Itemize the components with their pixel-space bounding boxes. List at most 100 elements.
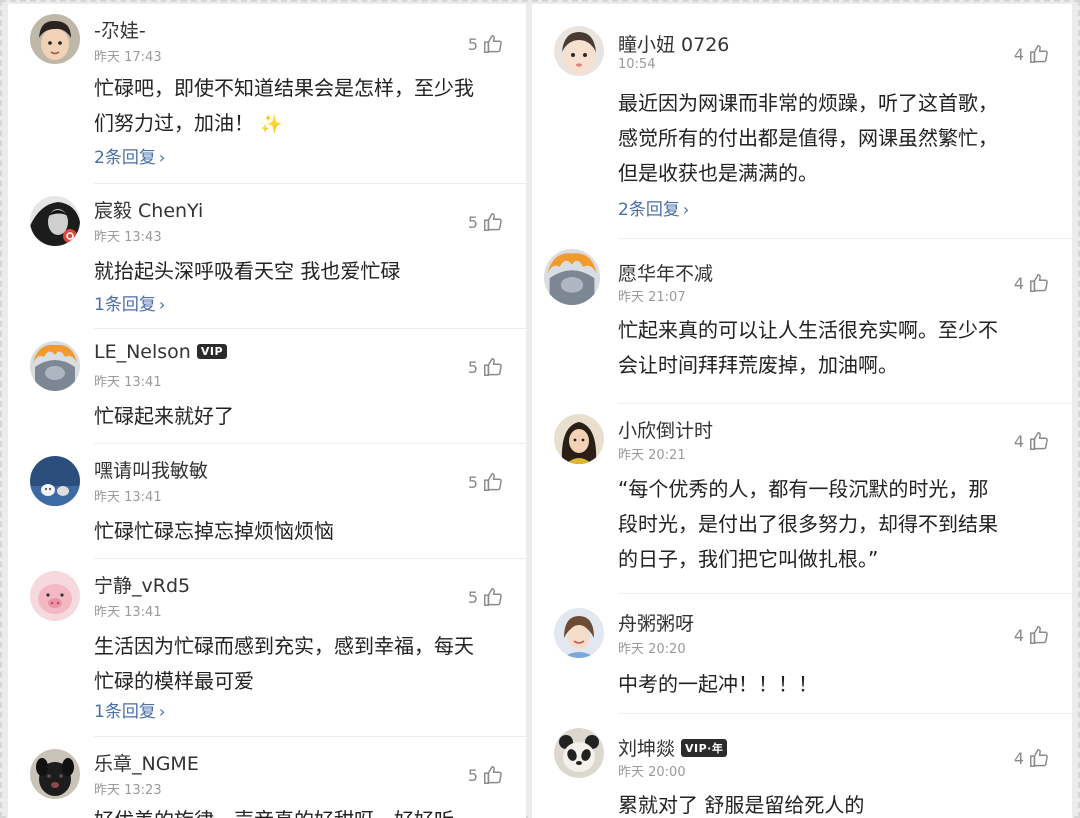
like-button[interactable]: 5 (468, 763, 504, 787)
timestamp: 昨天 13:41 (94, 605, 162, 620)
like-button[interactable]: 4 (1014, 42, 1050, 66)
like-button[interactable]: 4 (1014, 623, 1050, 647)
fire-sculpture-avatar[interactable] (544, 249, 600, 305)
like-button[interactable]: 4 (1014, 746, 1050, 770)
timestamp: 昨天 21:07 (618, 290, 686, 305)
view-replies-link[interactable]: 1条回复 › (94, 697, 165, 722)
username[interactable]: 瞳小妞 0726 (618, 30, 729, 57)
like-count: 5 (467, 34, 478, 54)
timestamp: 10:54 (618, 57, 656, 72)
smiling-girl-avatar[interactable] (554, 608, 604, 658)
comment-text: 生活因为忙碌而感到充实，感到幸福，每天 忙碌的模样最可爱 (94, 634, 474, 693)
like-button[interactable]: 4 (1014, 429, 1050, 453)
username[interactable]: 愿华年不减 (618, 259, 713, 286)
thumbs-up-icon (1030, 45, 1048, 63)
comment-item: 小欣倒计时 昨天 20:21 4 “每个优秀的人，都有一段沉默的时光，那 段时光… (532, 404, 1072, 594)
comment-item: 愿华年不减 昨天 21:07 4 忙起来真的可以让人生活很充实啊。至少不 会让时… (532, 239, 1072, 404)
chevron-right-icon: › (158, 702, 166, 721)
comment-text: 最近因为网课而非常的烦躁，听了这首歌， 感觉所有的付出都是值得，网课虽然繁忙， … (618, 91, 998, 185)
comment-column-left: -尕娃- 昨天 17:43 5 忙碌吧，即使不知道结果会是怎样，至少我 们努力过… (8, 4, 526, 818)
comment-item: 嘿请叫我敏敏 昨天 13:41 5 忙碌忙碌忘掉忘掉烦恼烦恼 (8, 444, 526, 559)
timestamp: 昨天 17:43 (94, 50, 162, 65)
timestamp: 昨天 13:43 (94, 230, 162, 245)
comment-column-right: 瞳小妞 0726 10:54 4 最近因为网课而非常的烦躁，听了这首歌， 感觉所… (532, 4, 1072, 818)
comment-text: 忙碌起来就好了 (94, 404, 234, 428)
like-button[interactable]: 5 (468, 210, 504, 234)
chevron-right-icon: › (158, 148, 166, 167)
view-replies-link[interactable]: 1条回复 › (94, 290, 165, 315)
boy-face-avatar[interactable] (30, 14, 80, 64)
like-button[interactable]: 5 (468, 355, 504, 379)
like-count: 5 (467, 357, 478, 377)
like-button[interactable]: 5 (468, 585, 504, 609)
panda-avatar[interactable] (554, 728, 604, 778)
comment-text: 累就对了 舒服是留给死人的 (618, 793, 865, 817)
vip-badge: VIP (196, 344, 228, 359)
comment-text: “每个优秀的人，都有一段沉默的时光，那 段时光，是付出了很多努力，却得不到结果 … (618, 477, 998, 571)
like-count: 4 (1013, 431, 1024, 451)
timestamp: 昨天 20:00 (618, 765, 686, 780)
like-count: 5 (467, 212, 478, 232)
username[interactable]: 小欣倒计时 (618, 416, 713, 443)
comment-text: 中考的一起冲！！！！ (618, 672, 818, 696)
username[interactable]: 乐章_NGME (94, 749, 199, 776)
dark-portrait-avatar[interactable] (30, 196, 80, 246)
like-count: 5 (467, 472, 478, 492)
comment-text: 忙起来真的可以让人生活很充实啊。至少不 会让时间拜拜荒废掉，加油啊。 (618, 318, 998, 377)
like-count: 4 (1013, 273, 1024, 293)
black-dog-avatar[interactable] (30, 749, 80, 799)
chevron-right-icon: › (682, 200, 690, 219)
thumbs-up-icon (484, 358, 502, 376)
username[interactable]: -尕娃- (94, 16, 146, 43)
username[interactable]: 宁静_vRd5 (94, 571, 190, 598)
comment-item: 舟粥粥呀 昨天 20:20 4 中考的一起冲！！！！ (532, 594, 1072, 714)
comment-item: 刘坤燚 VIP·年 昨天 20:00 4 累就对了 舒服是留给死人的 (532, 714, 1072, 818)
thumbs-up-icon (484, 35, 502, 53)
woman-portrait-avatar[interactable] (554, 414, 604, 464)
comment-text: 忙碌吧，即使不知道结果会是怎样，至少我 们努力过，加油！ ✨ (94, 76, 474, 135)
timestamp: 昨天 13:23 (94, 783, 162, 798)
thumbs-up-icon (1030, 432, 1048, 450)
comment-text: 忙碌忙碌忘掉忘掉烦恼烦恼 (94, 519, 334, 543)
comment-text: 就抬起头深呼吸看天空 我也爱忙碌 (94, 259, 401, 283)
comment-item: -尕娃- 昨天 17:43 5 忙碌吧，即使不知道结果会是怎样，至少我 们努力过… (8, 4, 526, 184)
timestamp: 昨天 13:41 (94, 490, 162, 505)
like-button[interactable]: 5 (468, 470, 504, 494)
username[interactable]: 嘿请叫我敏敏 (94, 456, 208, 483)
blue-cartoon-avatar[interactable] (30, 456, 80, 506)
like-count: 5 (467, 765, 478, 785)
child-face-avatar[interactable] (554, 26, 604, 76)
like-count: 4 (1013, 625, 1024, 645)
username[interactable]: 舟粥粥呀 (618, 609, 694, 636)
username[interactable]: 宸毅 ChenYi (94, 196, 203, 223)
thumbs-up-icon (484, 473, 502, 491)
comment-item: 宸毅 ChenYi 昨天 13:43 5 就抬起头深呼吸看天空 我也爱忙碌 1条… (8, 184, 526, 329)
comment-item: 瞳小妞 0726 10:54 4 最近因为网课而非常的烦躁，听了这首歌， 感觉所… (532, 4, 1072, 239)
comment-item: LE_Nelson VIP 昨天 13:41 5 忙碌起来就好了 (8, 329, 526, 444)
username[interactable]: 刘坤燚 VIP·年 (618, 734, 728, 761)
sparkles-icon: ✨ (260, 114, 283, 135)
thumbs-up-icon (484, 213, 502, 231)
view-replies-link[interactable]: 2条回复 › (618, 195, 689, 220)
chevron-right-icon: › (158, 295, 166, 314)
username[interactable]: LE_Nelson VIP (94, 341, 228, 363)
like-button[interactable]: 5 (468, 32, 504, 56)
like-count: 4 (1013, 44, 1024, 64)
pink-pig-avatar[interactable] (30, 571, 80, 621)
comment-item: 宁静_vRd5 昨天 13:41 5 生活因为忙碌而感到充实，感到幸福，每天 忙… (8, 559, 526, 737)
timestamp: 昨天 13:41 (94, 375, 162, 390)
like-button[interactable]: 4 (1014, 271, 1050, 295)
comment-text: 好优美的旋律，声音真的好甜呀，好好听 (94, 803, 500, 818)
timestamp: 昨天 20:20 (618, 642, 686, 657)
thumbs-up-icon (1030, 626, 1048, 644)
thumbs-up-icon (1030, 749, 1048, 767)
view-replies-link[interactable]: 2条回复 › (94, 143, 165, 168)
like-count: 5 (467, 587, 478, 607)
fire-sculpture-avatar[interactable] (30, 341, 80, 391)
timestamp: 昨天 20:21 (618, 448, 686, 463)
thumbs-up-icon (1030, 274, 1048, 292)
thumbs-up-icon (484, 766, 502, 784)
comment-item: 乐章_NGME 昨天 13:23 5 好优美的旋律，声音真的好甜呀，好好听 (8, 737, 526, 818)
thumbs-up-icon (484, 588, 502, 606)
vip-badge: VIP·年 (681, 739, 728, 757)
